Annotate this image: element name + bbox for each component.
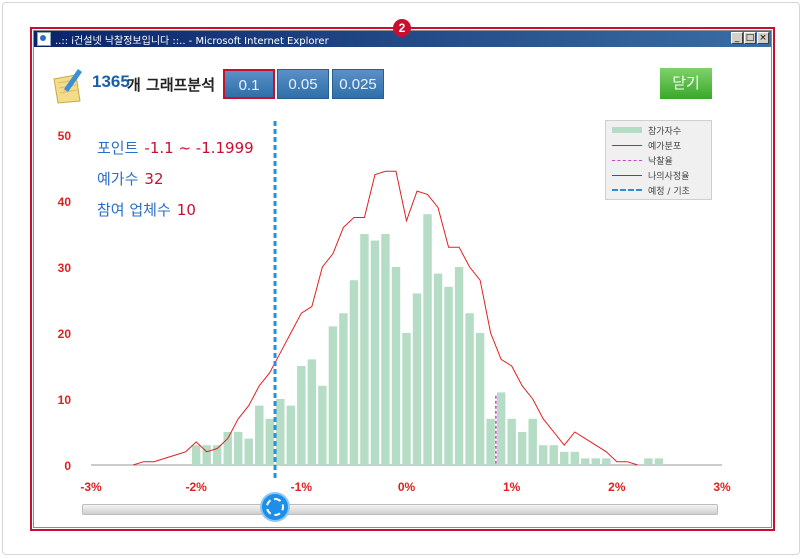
- legend-item-my-rate: 나의사정율: [612, 169, 690, 182]
- y-tick-label: 10: [58, 393, 72, 407]
- range-slider-thumb[interactable]: [262, 494, 289, 520]
- x-tick-label: 3%: [713, 480, 731, 494]
- participant-bar: [234, 432, 243, 465]
- participants-value: 10: [176, 201, 196, 219]
- legend-swatch-forecast: [612, 144, 642, 146]
- participant-bar: [654, 458, 664, 465]
- close-window-button[interactable]: ×: [757, 32, 769, 44]
- participant-bar: [202, 445, 211, 465]
- x-tick-label: -2%: [185, 480, 207, 494]
- window-title: ..:: i건설넷 낙찰정보입니다 ::.. - Microsoft Inter…: [55, 35, 329, 47]
- participant-bar: [339, 313, 348, 465]
- x-tick-label: 2%: [608, 480, 626, 494]
- participant-bar: [549, 445, 558, 465]
- forecast-info: 예가수 32: [97, 168, 164, 189]
- legend-swatch-winning-rate: [612, 159, 642, 161]
- participant-bar: [349, 280, 359, 465]
- participant-bar: [560, 451, 569, 465]
- participant-bar: [360, 234, 369, 465]
- participant-bar: [402, 333, 411, 465]
- chart-legend: 참가자수 예가분포 낙찰율 나의사정율 예정 / 기초: [605, 120, 712, 200]
- participant-bar: [191, 445, 201, 465]
- participant-bar: [276, 399, 285, 465]
- minimize-button[interactable]: _: [731, 32, 743, 44]
- participant-bar: [517, 432, 527, 465]
- x-tick-label: -3%: [80, 480, 102, 494]
- legend-label: 예가분포: [648, 141, 682, 152]
- ie-page-icon: [37, 32, 51, 46]
- participant-bar: [328, 326, 338, 465]
- point-info: 포인트 -1.1 ~ -1.1999: [97, 137, 254, 158]
- participant-bar: [265, 418, 274, 465]
- participant-bar: [286, 405, 296, 465]
- forecast-value: 32: [144, 170, 164, 188]
- y-tick-label: 50: [58, 129, 72, 143]
- participant-bar: [433, 273, 443, 465]
- participant-bar: [591, 458, 601, 465]
- legend-label: 낙찰율: [648, 156, 673, 167]
- participant-bar: [507, 418, 516, 465]
- participant-bar: [381, 234, 390, 465]
- participant-bar: [255, 405, 264, 465]
- participant-bar: [318, 385, 327, 465]
- participant-bar: [370, 240, 380, 465]
- x-tick-label: 0%: [398, 480, 416, 494]
- x-tick-label: -1%: [291, 480, 313, 494]
- y-tick-label: 20: [58, 327, 72, 341]
- legend-label: 나의사정율: [648, 171, 690, 182]
- participant-bar: [539, 445, 548, 465]
- step-badge: 2: [393, 19, 411, 37]
- participants-info: 참여 업체수 10: [97, 199, 196, 220]
- participant-bar: [223, 432, 232, 465]
- participant-bar: [444, 286, 453, 465]
- distribution-chart: 0 10 20 30 40 50 -3% -2% -1% 0% 1% 2% 3%: [58, 121, 731, 494]
- participant-bar: [570, 451, 579, 465]
- browser-window: ..:: i건설넷 낙찰정보입니다 ::.. - Microsoft Inter…: [33, 30, 772, 528]
- maximize-button[interactable]: □: [744, 32, 756, 44]
- participant-bar: [644, 458, 653, 465]
- participant-bar: [391, 267, 401, 465]
- point-value: -1.1 ~ -1.1999: [144, 139, 254, 157]
- forecast-label: 예가수: [97, 170, 139, 188]
- legend-label: 예정 / 기초: [648, 186, 690, 197]
- legend-swatch-base: [612, 189, 642, 191]
- x-tick-label: 1%: [503, 480, 521, 494]
- legend-item-participants: 참가자수: [612, 124, 682, 137]
- participant-bar: [307, 359, 317, 465]
- participant-bar: [602, 458, 611, 465]
- participant-bar: [297, 366, 306, 465]
- participant-bar: [465, 313, 474, 465]
- graph-panel: 1365 개 그래프분석 0.1 0.05 0.025 닫기 0 10 20 30 40…: [34, 47, 771, 527]
- participant-bar: [423, 214, 432, 465]
- legend-item-forecast: 예가분포: [612, 139, 682, 152]
- y-tick-label: 0: [64, 459, 71, 473]
- participant-bar: [475, 333, 485, 465]
- participant-bar: [412, 293, 422, 465]
- range-slider-track[interactable]: [82, 504, 718, 515]
- participant-bar: [496, 392, 506, 465]
- participants-label: 참여 업체수: [97, 201, 171, 219]
- participant-bar: [244, 438, 253, 465]
- participant-bar: [454, 267, 464, 465]
- point-label: 포인트: [97, 139, 139, 157]
- legend-item-winning-rate: 낙찰율: [612, 154, 673, 167]
- legend-item-base: 예정 / 기초: [612, 184, 690, 197]
- legend-swatch-my-rate: [612, 174, 642, 176]
- y-tick-label: 40: [58, 195, 72, 209]
- y-tick-label: 30: [58, 261, 72, 275]
- legend-label: 참가자수: [648, 126, 682, 137]
- participant-bar: [528, 418, 537, 465]
- participant-bar: [486, 418, 495, 465]
- participant-bar: [581, 458, 590, 465]
- legend-swatch-bars: [612, 127, 642, 133]
